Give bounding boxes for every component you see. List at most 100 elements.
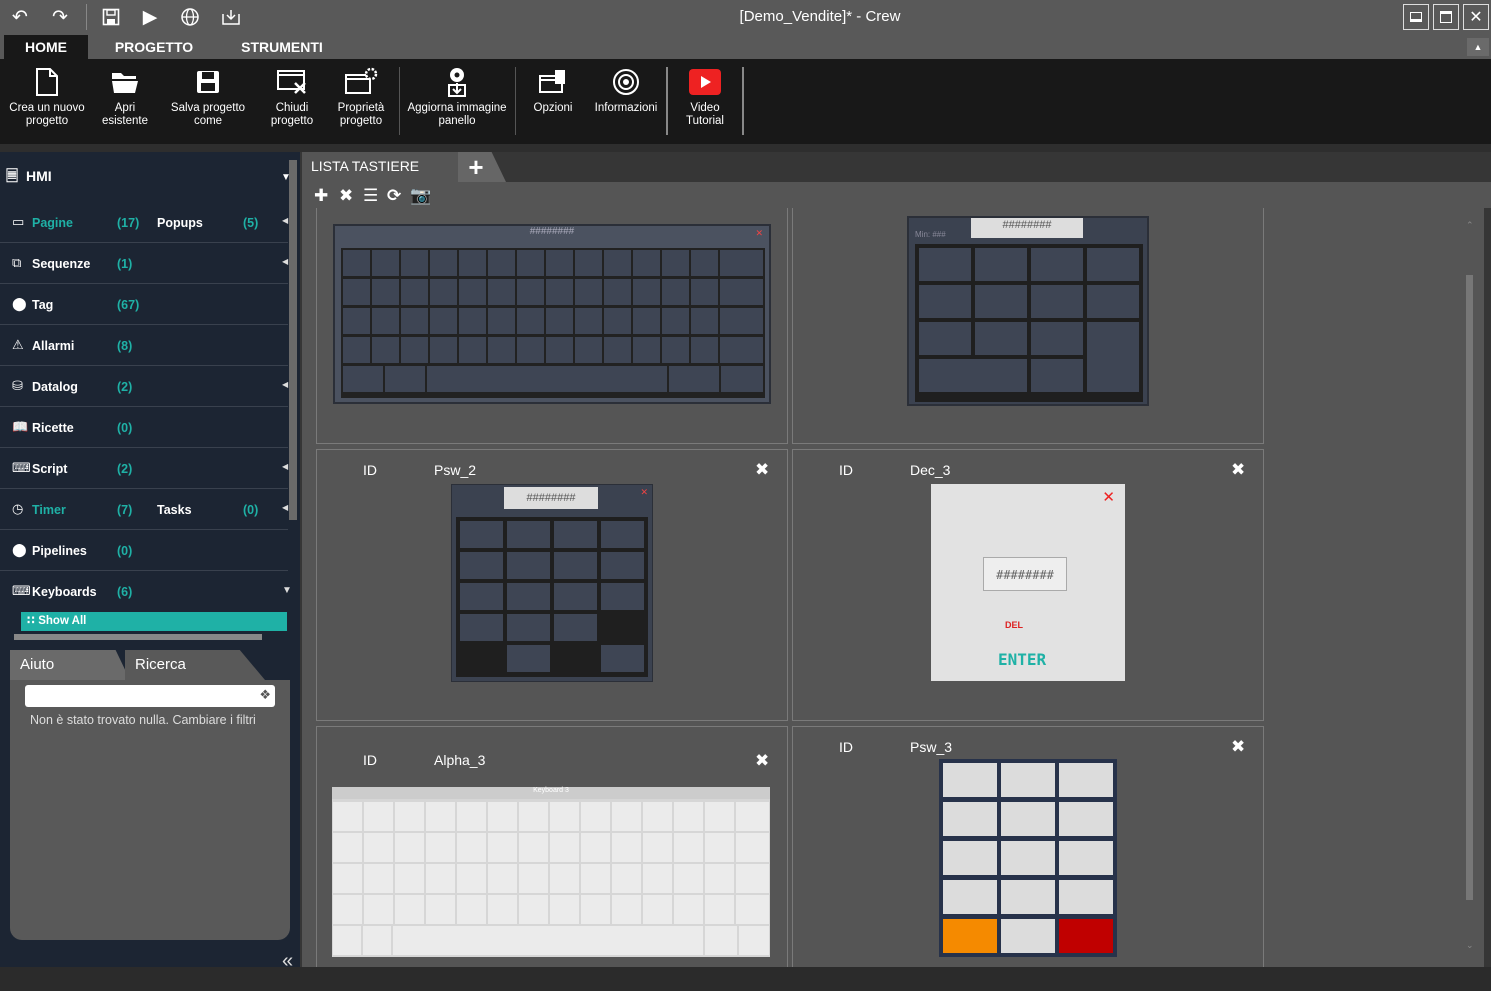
close-project-button[interactable]: Chiudi progetto [262, 65, 322, 128]
sidebar-item-tag[interactable]: ⬤ Tag (67) [0, 284, 288, 325]
keyboard-card[interactable]: ID Dec_3 ✖ ######## ✕ DEL ENTER [792, 449, 1264, 721]
tab-home[interactable]: HOME [4, 35, 88, 59]
preview-key [395, 895, 424, 924]
preview-key [919, 322, 971, 355]
minimize-button[interactable] [1403, 4, 1429, 30]
keyboard-card[interactable]: ID Psw_2 ✖ ######## ✕ [316, 449, 788, 721]
chevron-down-icon[interactable]: ▼ [282, 585, 292, 596]
preview-key [601, 552, 644, 579]
close-project-icon [275, 65, 309, 99]
open-project-button[interactable]: Apri esistente [96, 65, 154, 128]
update-panel-label: Aggiorna immagine panello [407, 102, 507, 127]
preview-key [517, 308, 544, 334]
tab-progetto[interactable]: PROGETTO [100, 35, 208, 59]
sidebar-item-allarmi[interactable]: ⚠ Allarmi (8) [0, 325, 288, 366]
preview-key [604, 337, 631, 363]
hmi-header[interactable]: 🗏 HMI [6, 166, 52, 191]
preview-key [517, 250, 544, 276]
preview-key [507, 645, 550, 672]
content-scrollbar[interactable] [1466, 275, 1473, 900]
sidebar-item-sequenze[interactable]: ⧉ Sequenze (1) ◀ [0, 243, 288, 284]
preview-key [507, 583, 550, 610]
project-properties-button[interactable]: Proprietà progetto [330, 65, 392, 128]
help-tabs: Aiuto Ricerca [10, 650, 290, 680]
keyboard-toolbar: ✚ ✖ ☰ ⟳ 📷 [302, 182, 1491, 208]
preview-key [612, 833, 641, 862]
preview-key [736, 802, 769, 831]
sidebar-item-script[interactable]: ⌨ Script (2) ◀ [0, 448, 288, 489]
search-input[interactable]: ❖ [25, 685, 275, 707]
scroll-up-icon[interactable]: ⌃ [1466, 220, 1474, 231]
keyboard-card[interactable]: ######## Min: ### [792, 208, 1264, 444]
preview-key [488, 895, 517, 924]
sidebar-item-count: (6) [117, 585, 133, 599]
refresh-icon[interactable]: ⟳ [387, 186, 401, 206]
sidebar-item-pagine[interactable]: ▭ Pagine (17) Popups (5) ◀ [0, 202, 288, 243]
delete-keyboard-icon[interactable]: ✖ [755, 460, 769, 480]
keyboard-card[interactable]: ID Alpha_3 ✖ Keyboard 3 [316, 726, 788, 967]
sidebar-item-count: (0) [117, 544, 133, 558]
sidebar-horizontal-scrollbar[interactable] [14, 634, 262, 640]
preview-key [395, 802, 424, 831]
preview-key [546, 337, 573, 363]
delete-icon[interactable]: ✖ [339, 186, 353, 206]
tab-strumenti[interactable]: STRUMENTI [222, 35, 342, 59]
video-tutorial-button[interactable]: Video Tutorial [678, 65, 732, 128]
keyboard-preview: ######## ✕ [333, 224, 771, 404]
info-button[interactable]: Informazioni [590, 65, 662, 115]
tab-lista-tastiere[interactable]: LISTA TASTIERE [302, 152, 460, 182]
preview-key [705, 864, 734, 893]
keyboard-card[interactable]: ######## ✕ [316, 208, 788, 444]
new-project-label: Crea un nuovo progetto [9, 102, 85, 127]
delete-keyboard-icon[interactable]: ✖ [1231, 737, 1245, 757]
preview-key [601, 521, 644, 548]
preview-key [364, 864, 393, 893]
preview-key [674, 802, 703, 831]
chevron-left-icon[interactable]: ◀ [282, 462, 288, 471]
sidebar-item-pipelines[interactable]: ⬤ Pipelines (0) [0, 530, 288, 571]
sidebar-item-count: (2) [117, 462, 133, 476]
preview-key [919, 248, 971, 281]
preview-key [643, 864, 672, 893]
chevron-left-icon[interactable]: ◀ [282, 216, 288, 225]
menu-bar: HOME PROGETTO STRUMENTI ▲ [0, 35, 1491, 59]
tab-aiuto[interactable]: Aiuto [10, 650, 130, 680]
title-bar: ↶ ↷ ▶ [Demo_Vendite]* - Crew ✕ [0, 0, 1491, 35]
preview-key [1087, 285, 1139, 318]
preview-key [604, 279, 631, 305]
tab-ricerca[interactable]: Ricerca [125, 650, 265, 680]
sidebar-item-ricette[interactable]: 📖 Ricette (0) [0, 407, 288, 448]
show-all-keyboards[interactable]: ∷ Show All [21, 612, 287, 631]
delete-keyboard-icon[interactable]: ✖ [755, 751, 769, 771]
keyboard-card[interactable]: ID Psw_3 ✖ [792, 726, 1264, 967]
restore-button[interactable] [1433, 4, 1459, 30]
scroll-down-icon[interactable]: ⌄ [1466, 940, 1474, 951]
sidebar-scrollbar[interactable] [289, 160, 297, 520]
add-icon[interactable]: ✚ [314, 186, 328, 206]
tag-search-icon[interactable]: ❖ [259, 687, 271, 703]
preview-key [343, 366, 383, 392]
preview-key [1001, 802, 1055, 836]
preview-key [736, 895, 769, 924]
save-as-button[interactable]: Salva progetto come [162, 65, 254, 128]
preview-key [401, 308, 428, 334]
sidebar-item-datalog[interactable]: ⛁ Datalog (2) ◀ [0, 366, 288, 407]
close-icon: ✕ [1102, 489, 1115, 506]
close-window-button[interactable]: ✕ [1463, 4, 1489, 30]
preview-key [343, 279, 370, 305]
delete-keyboard-icon[interactable]: ✖ [1231, 460, 1245, 480]
sidebar-item-popups-label[interactable]: Popups [157, 216, 203, 230]
sidebar-item-keyboards[interactable]: ⌨ Keyboards (6) ▼ [0, 571, 292, 612]
update-panel-image-button[interactable]: Aggiorna immagine panello [404, 65, 510, 128]
chevron-left-icon[interactable]: ◀ [282, 257, 288, 266]
camera-icon[interactable]: 📷 [410, 186, 431, 206]
options-button[interactable]: Opzioni [526, 65, 580, 115]
chevron-left-icon[interactable]: ◀ [282, 503, 288, 512]
sidebar-item-tasks-label[interactable]: Tasks [157, 503, 192, 517]
collapse-ribbon-button[interactable]: ▲ [1467, 38, 1489, 56]
chevron-left-icon[interactable]: ◀ [282, 380, 288, 389]
new-project-button[interactable]: Crea un nuovo progetto [4, 65, 90, 128]
list-icon[interactable]: ☰ [363, 186, 378, 206]
sidebar-item-timer[interactable]: ◷ Timer (7) Tasks (0) ◀ [0, 489, 288, 530]
hmi-icon: 🗏 [6, 168, 19, 185]
